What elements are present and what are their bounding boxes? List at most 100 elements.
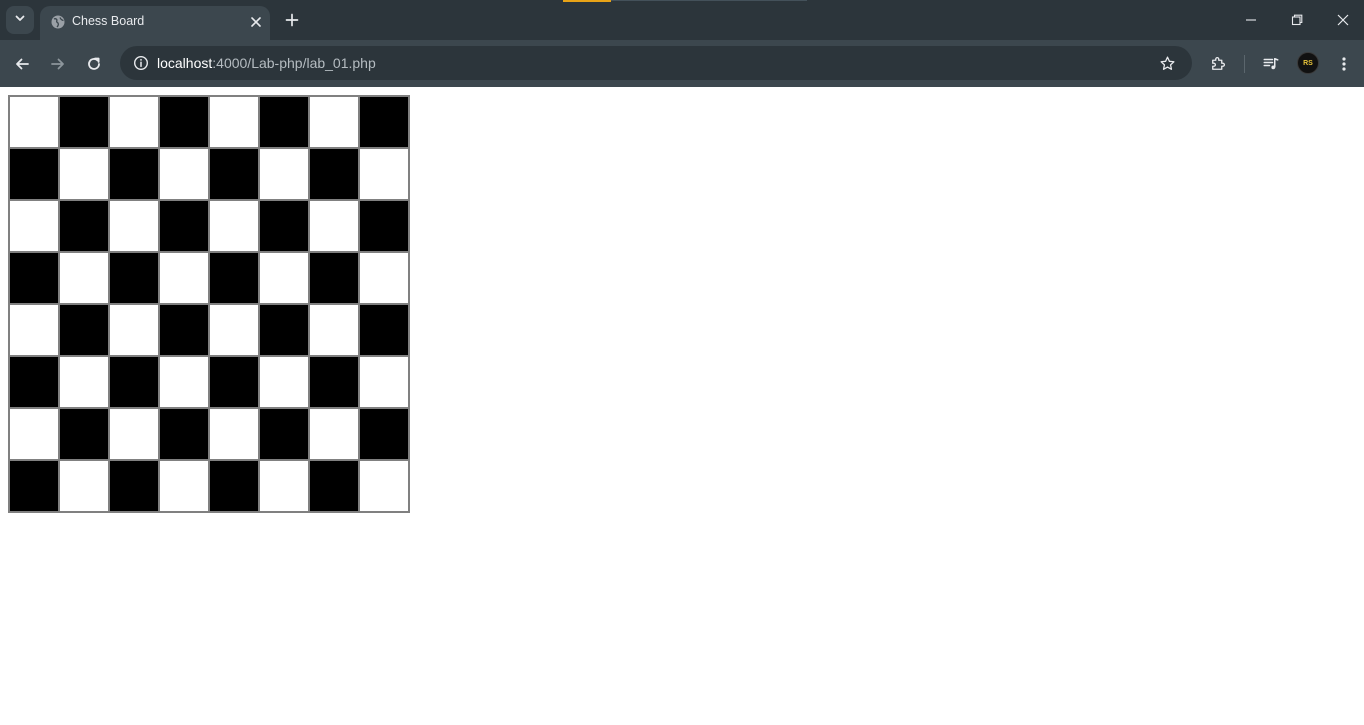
board-row <box>9 408 409 460</box>
url-path: :4000/Lab-php/lab_01.php <box>212 55 376 71</box>
new-tab-button[interactable] <box>280 8 304 32</box>
board-row <box>9 252 409 304</box>
board-square-white <box>309 96 359 148</box>
board-square-black <box>109 252 159 304</box>
tab-title: Chess Board <box>72 14 145 28</box>
board-square-white <box>109 408 159 460</box>
board-square-white <box>59 356 109 408</box>
board-square-white <box>359 356 409 408</box>
board-square-white <box>109 304 159 356</box>
title-bar: Chess Board <box>0 0 1364 40</box>
board-square-black <box>309 356 359 408</box>
board-row <box>9 460 409 512</box>
board-square-white <box>209 96 259 148</box>
board-square-black <box>9 148 59 200</box>
board-square-black <box>359 408 409 460</box>
chevron-down-icon <box>14 11 26 29</box>
board-square-black <box>259 96 309 148</box>
board-square-black <box>309 252 359 304</box>
board-square-black <box>159 408 209 460</box>
restore-icon <box>1291 14 1303 26</box>
more-vert-icon <box>1342 57 1346 71</box>
page-viewport <box>0 87 1364 725</box>
board-square-white <box>59 148 109 200</box>
board-row <box>9 148 409 200</box>
board-square-black <box>209 148 259 200</box>
close-icon <box>251 17 261 27</box>
board-square-black <box>159 96 209 148</box>
board-square-black <box>309 460 359 512</box>
bookmark-button[interactable] <box>1154 50 1180 76</box>
board-square-white <box>259 148 309 200</box>
board-square-black <box>59 408 109 460</box>
plus-icon <box>285 13 299 27</box>
tab-search-button[interactable] <box>6 6 34 34</box>
minimize-icon <box>1246 19 1256 21</box>
board-square-white <box>359 148 409 200</box>
board-row <box>9 96 409 148</box>
board-row <box>9 304 409 356</box>
board-square-black <box>109 356 159 408</box>
board-square-black <box>59 96 109 148</box>
toolbar-divider <box>1244 55 1245 73</box>
minimize-button[interactable] <box>1228 0 1274 40</box>
url-host: localhost <box>157 55 213 71</box>
url-text[interactable]: localhost:4000/Lab-php/lab_01.php <box>157 55 376 71</box>
globe-icon <box>50 14 66 30</box>
board-square-white <box>359 252 409 304</box>
arrow-right-icon <box>51 58 64 70</box>
board-square-black <box>159 304 209 356</box>
board-square-black <box>109 148 159 200</box>
loading-track <box>611 0 807 1</box>
address-bar[interactable]: localhost:4000/Lab-php/lab_01.php <box>120 46 1192 80</box>
board-square-white <box>109 200 159 252</box>
window-close-button[interactable] <box>1320 0 1364 40</box>
board-square-black <box>259 200 309 252</box>
board-square-white <box>209 200 259 252</box>
board-square-white <box>59 252 109 304</box>
tab-close-button[interactable] <box>246 12 266 32</box>
board-square-black <box>9 252 59 304</box>
forward-button[interactable] <box>44 50 72 78</box>
board-square-black <box>9 356 59 408</box>
browser-menu-button[interactable] <box>1330 50 1358 78</box>
board-row <box>9 356 409 408</box>
board-square-black <box>259 408 309 460</box>
board-square-white <box>109 96 159 148</box>
extensions-button[interactable] <box>1204 50 1232 78</box>
board-square-black <box>259 304 309 356</box>
star-icon <box>1159 55 1175 70</box>
board-square-white <box>309 200 359 252</box>
profile-avatar[interactable]: RS <box>1297 52 1319 74</box>
board-square-white <box>259 356 309 408</box>
board-square-white <box>209 408 259 460</box>
restore-button[interactable] <box>1274 0 1320 40</box>
puzzle-icon <box>1212 57 1225 70</box>
back-button[interactable] <box>8 50 36 78</box>
board-square-black <box>109 460 159 512</box>
playlist-music-icon <box>1263 58 1279 70</box>
board-square-black <box>359 96 409 148</box>
browser-toolbar: localhost:4000/Lab-php/lab_01.php RS <box>0 40 1364 87</box>
site-info-button[interactable] <box>128 50 154 76</box>
board-row <box>9 200 409 252</box>
board-square-white <box>9 200 59 252</box>
board-square-black <box>209 252 259 304</box>
board-square-white <box>309 304 359 356</box>
media-controls-button[interactable] <box>1257 50 1285 78</box>
board-square-black <box>309 148 359 200</box>
board-square-black <box>59 304 109 356</box>
board-square-white <box>159 460 209 512</box>
board-square-white <box>259 252 309 304</box>
board-square-black <box>359 304 409 356</box>
board-square-black <box>209 356 259 408</box>
board-square-black <box>359 200 409 252</box>
chess-board <box>8 95 410 513</box>
reload-button[interactable] <box>80 50 108 78</box>
board-square-white <box>9 408 59 460</box>
board-square-white <box>159 356 209 408</box>
board-square-white <box>159 148 209 200</box>
tab-chess-board[interactable]: Chess Board <box>40 6 270 40</box>
board-square-white <box>59 460 109 512</box>
board-square-black <box>9 460 59 512</box>
